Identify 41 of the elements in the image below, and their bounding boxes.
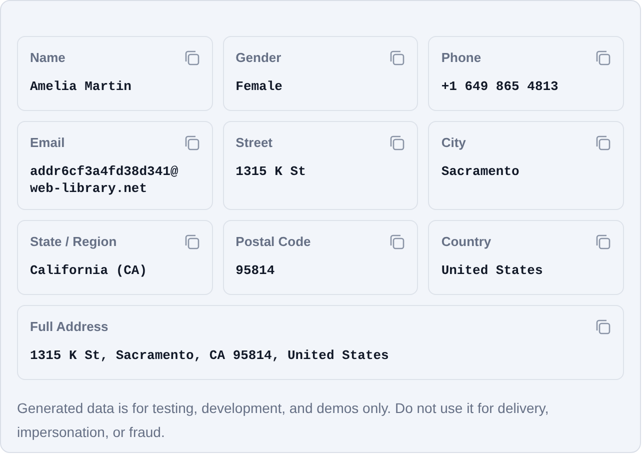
field-label: City: [441, 135, 466, 150]
field-value: 95814: [236, 262, 275, 279]
field-value: United States: [441, 262, 543, 279]
copy-icon: [594, 318, 612, 336]
field-label: Country: [441, 234, 492, 249]
copy-icon: [388, 49, 406, 67]
field-value: 1315 K St, Sacramento, CA 95814, United States: [30, 347, 389, 364]
field-value: 1315 K St: [236, 163, 306, 180]
field-value: Sacramento: [441, 163, 520, 180]
copy-icon: [388, 233, 406, 251]
copy-icon: [182, 233, 201, 251]
field-label: Street: [236, 135, 273, 150]
copy-button[interactable]: [182, 233, 201, 251]
field-label: Full Address: [30, 319, 108, 334]
copy-button[interactable]: [388, 134, 406, 152]
copy-icon: [388, 134, 406, 152]
copy-button[interactable]: [594, 134, 612, 152]
copy-button[interactable]: [182, 49, 201, 67]
copy-button[interactable]: [182, 134, 201, 152]
field-label: State / Region: [30, 234, 117, 249]
field-label: Postal Code: [236, 234, 311, 249]
field-value: +1 649 865 4813: [441, 78, 558, 95]
field-value: Female: [236, 78, 282, 95]
field-label: Name: [30, 50, 66, 65]
field-label: Email: [30, 135, 65, 150]
field-value: California (CA): [30, 262, 148, 279]
copy-icon: [594, 49, 612, 67]
field-value: addr6cf3a4fd38d341@web-library.net: [30, 163, 178, 197]
copy-button[interactable]: [388, 49, 406, 67]
copy-icon: [182, 134, 201, 152]
copy-button[interactable]: [594, 233, 612, 251]
copy-button[interactable]: [594, 318, 612, 336]
field-label: Gender: [236, 50, 282, 65]
copy-button[interactable]: [594, 49, 612, 67]
field-label: Phone: [441, 50, 482, 65]
copy-icon: [182, 49, 201, 67]
disclaimer-text: Generated data is for testing, development, and demos only. Do not use it for delivery, impersonation, or fraud.: [17, 399, 550, 442]
field-value: Amelia Martin: [30, 78, 132, 95]
copy-icon: [594, 134, 612, 152]
copy-button[interactable]: [388, 233, 406, 251]
copy-icon: [594, 233, 612, 251]
